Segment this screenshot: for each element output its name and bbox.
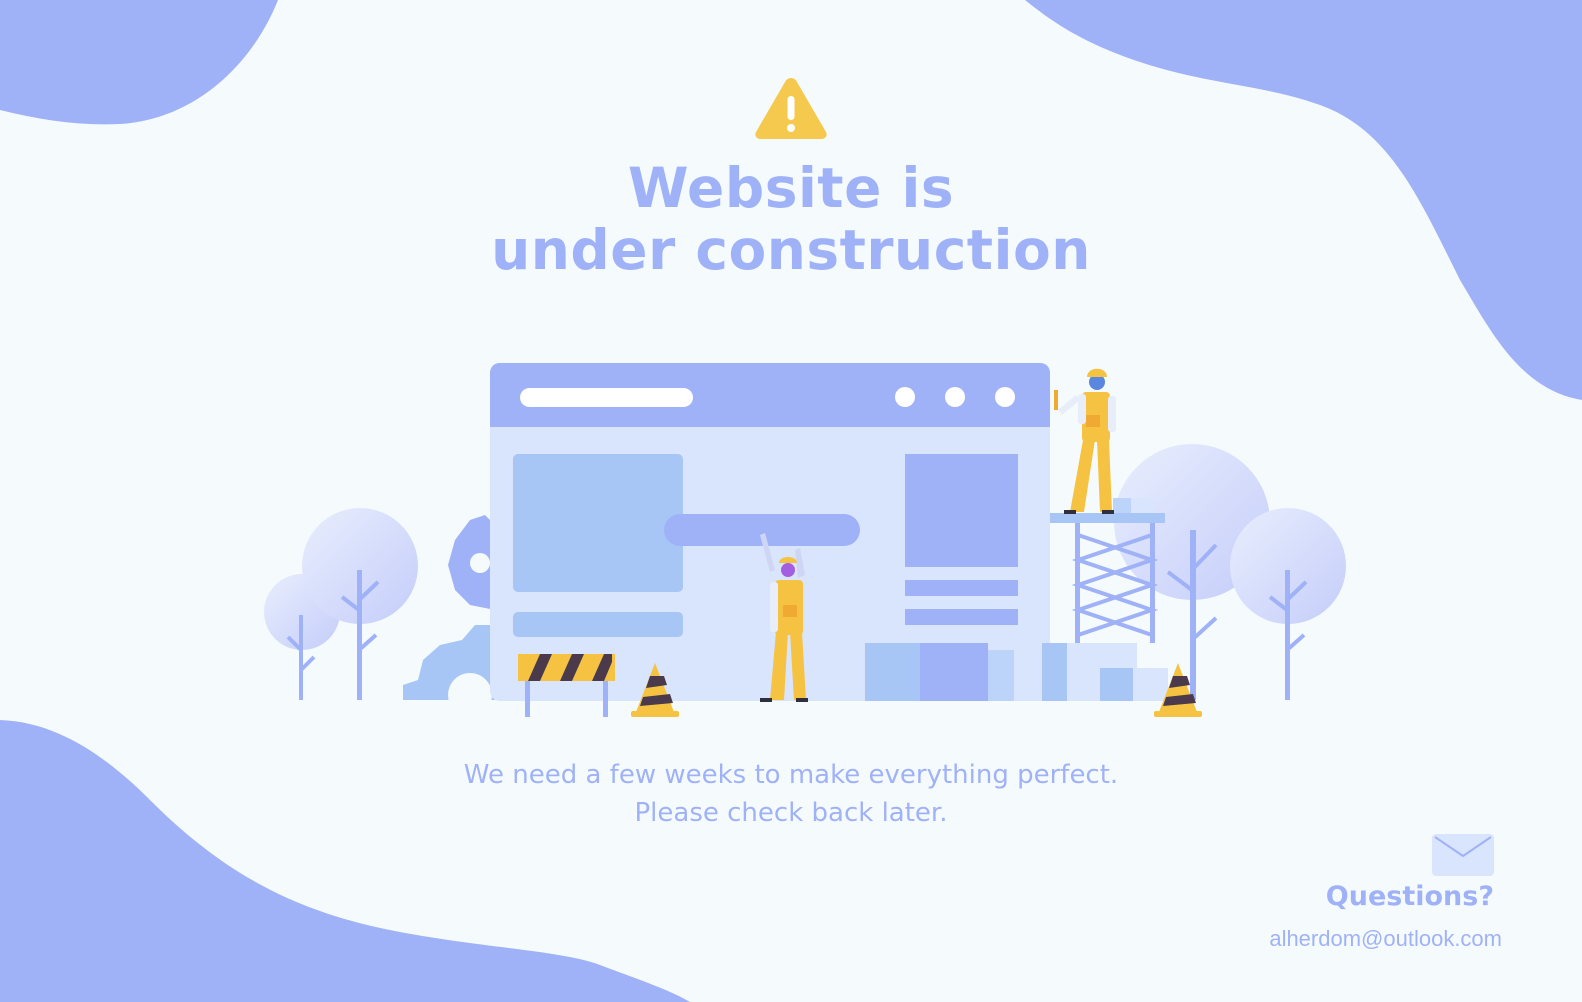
contact-email-link[interactable]: alherdom@outlook.com [1180, 925, 1502, 953]
tree-icon [1114, 444, 1346, 700]
page-title: Website is under construction [391, 157, 1191, 281]
questions-heading: Questions? [1325, 881, 1494, 912]
message-line-2: Please check back later. [634, 798, 948, 828]
warning-icon [755, 78, 827, 139]
title-line-1: Website is [627, 156, 955, 220]
browser-window-icon [490, 363, 1050, 701]
construction-worker-icon [1054, 368, 1116, 514]
title-line-2: under construction [491, 218, 1091, 282]
mail-icon[interactable] [1432, 834, 1494, 878]
gear-icon [403, 515, 495, 717]
tree-icon [264, 508, 418, 700]
page: Website is under construction We need a … [0, 0, 1582, 1002]
construction-illustration [264, 363, 1346, 717]
message-line-1: We need a few weeks to make everything p… [463, 760, 1119, 790]
message: We need a few weeks to make everything p… [341, 756, 1241, 832]
